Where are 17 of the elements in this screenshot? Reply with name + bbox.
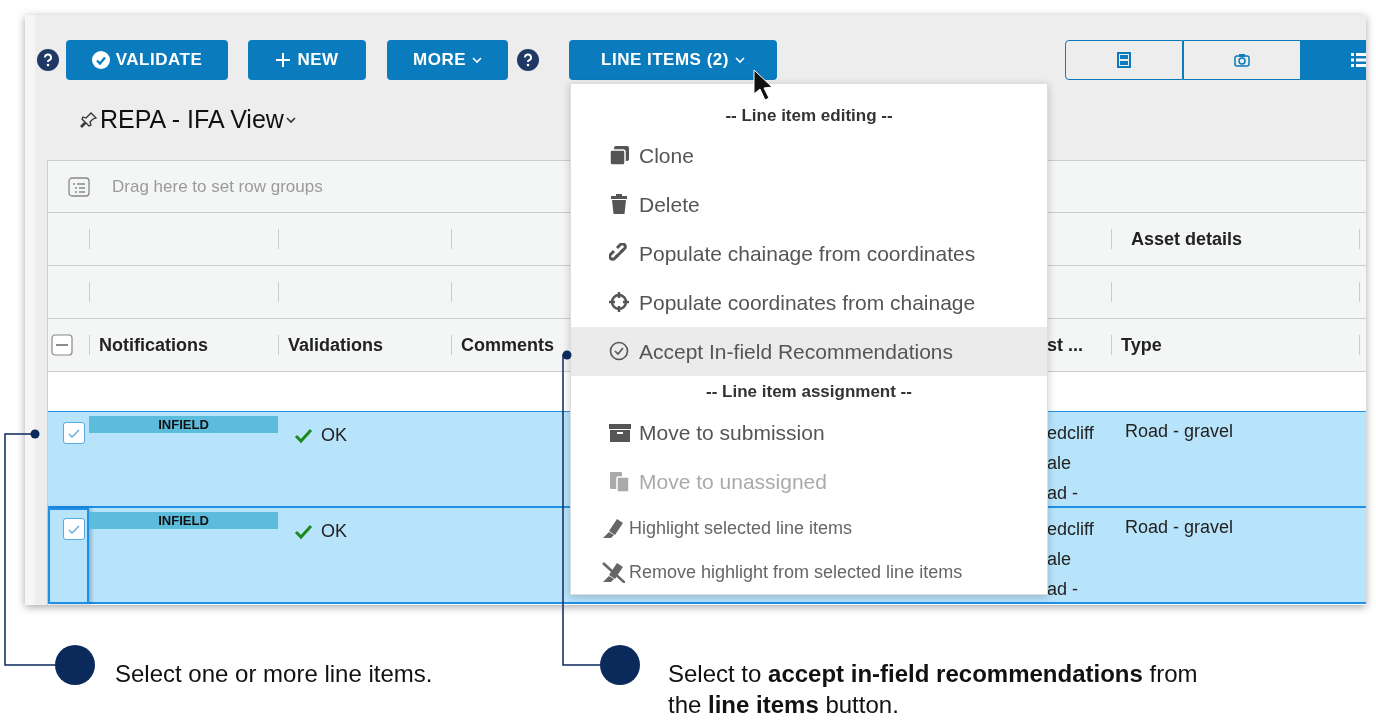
table-cell-text: ale: [1047, 452, 1073, 475]
table-cell-text: ale: [1047, 548, 1073, 571]
validation-status: OK: [321, 424, 347, 447]
table-cell: Road - gravel: [1125, 421, 1234, 441]
menu-section-header: -- Line item assignment --: [705, 381, 913, 403]
validation-status: OK: [321, 520, 347, 543]
notification-tag: INFIELD: [89, 512, 278, 529]
table-cell-text: ad -: [1047, 482, 1080, 505]
callout-text: Select to accept in-field recommendations from the line items button.: [668, 659, 1199, 720]
table-cell-text: edcliff: [1047, 422, 1095, 445]
table-cell-text: ad -: [1047, 578, 1080, 601]
group-header: Asset details: [1131, 227, 1243, 251]
callout-text: Select one or more line items.: [115, 659, 434, 689]
menu-section-header: -- Line item editing --: [724, 105, 894, 127]
notification-tag: INFIELD: [89, 416, 278, 433]
table-cell: Road - gravel: [1125, 517, 1234, 537]
table-cell-text: edcliff: [1047, 518, 1095, 541]
